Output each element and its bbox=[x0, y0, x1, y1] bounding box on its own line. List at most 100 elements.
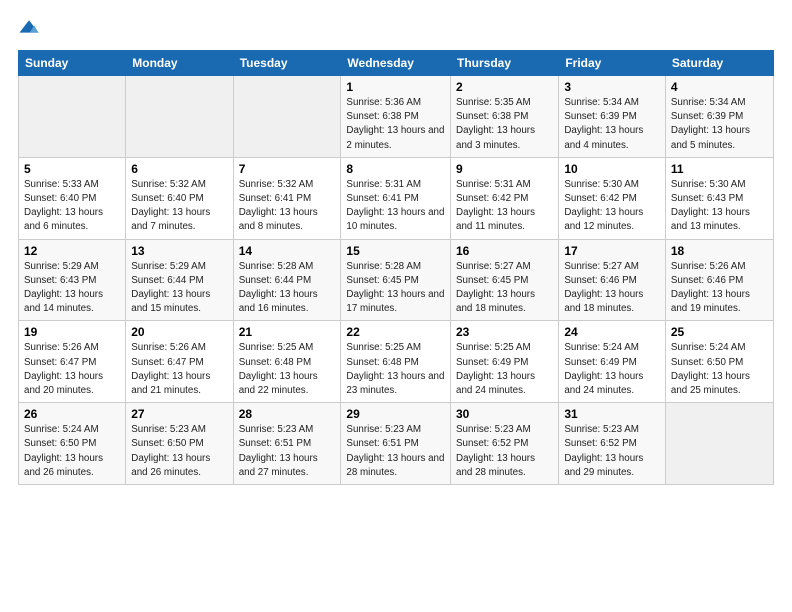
day-info: Sunrise: 5:23 AMSunset: 6:51 PMDaylight:… bbox=[239, 423, 336, 480]
calendar-week-row: 5 Sunrise: 5:33 AMSunset: 6:40 PMDaylight… bbox=[19, 157, 774, 239]
day-number: 6 bbox=[131, 162, 227, 176]
calendar-week-row: 12 Sunrise: 5:29 AMSunset: 6:43 PMDayligh… bbox=[19, 239, 774, 321]
day-info: Sunrise: 5:34 AMSunset: 6:39 PMDaylight:… bbox=[564, 96, 660, 153]
calendar-cell: 8 Sunrise: 5:31 AMSunset: 6:41 PMDaylight… bbox=[341, 157, 451, 239]
calendar-cell bbox=[665, 403, 773, 485]
day-info: Sunrise: 5:25 AMSunset: 6:48 PMDaylight:… bbox=[239, 341, 336, 398]
weekday-header: Thursday bbox=[451, 51, 559, 76]
day-number: 28 bbox=[239, 407, 336, 421]
day-info: Sunrise: 5:27 AMSunset: 6:46 PMDaylight:… bbox=[564, 260, 660, 317]
calendar-cell bbox=[233, 76, 341, 158]
calendar-cell: 14Sunrise: 5:28 AMSunset: 6:44 PMDayligh… bbox=[233, 239, 341, 321]
day-info: Sunrise: 5:34 AMSunset: 6:39 PMDaylight:… bbox=[671, 96, 768, 153]
day-info: Sunrise: 5:26 AMSunset: 6:47 PMDaylight:… bbox=[24, 341, 120, 398]
calendar-cell: 5 Sunrise: 5:33 AMSunset: 6:40 PMDaylight… bbox=[19, 157, 126, 239]
day-number: 16 bbox=[456, 244, 553, 258]
day-info: Sunrise: 5:30 AMSunset: 6:42 PMDaylight:… bbox=[564, 178, 660, 235]
day-number: 30 bbox=[456, 407, 553, 421]
calendar-cell: 17 Sunrise: 5:27 AMSunset: 6:46 PMDayligh… bbox=[559, 239, 666, 321]
day-info: Sunrise: 5:23 AMSunset: 6:52 PMDaylight:… bbox=[564, 423, 660, 480]
weekday-header: Wednesday bbox=[341, 51, 451, 76]
weekday-header: Monday bbox=[126, 51, 233, 76]
calendar-cell bbox=[126, 76, 233, 158]
calendar-cell: 6 Sunrise: 5:32 AMSunset: 6:40 PMDaylight… bbox=[126, 157, 233, 239]
day-info: Sunrise: 5:33 AMSunset: 6:40 PMDaylight:… bbox=[24, 178, 120, 235]
day-number: 29 bbox=[346, 407, 445, 421]
day-info: Sunrise: 5:24 AMSunset: 6:49 PMDaylight:… bbox=[564, 341, 660, 398]
header bbox=[18, 18, 774, 40]
day-info: Sunrise: 5:31 AMSunset: 6:41 PMDaylight:… bbox=[346, 178, 445, 235]
day-info: Sunrise: 5:31 AMSunset: 6:42 PMDaylight:… bbox=[456, 178, 553, 235]
calendar-cell: 3 Sunrise: 5:34 AMSunset: 6:39 PMDaylight… bbox=[559, 76, 666, 158]
day-number: 18 bbox=[671, 244, 768, 258]
logo bbox=[18, 18, 44, 40]
day-number: 15 bbox=[346, 244, 445, 258]
day-info: Sunrise: 5:32 AMSunset: 6:41 PMDaylight:… bbox=[239, 178, 336, 235]
day-info: Sunrise: 5:25 AMSunset: 6:49 PMDaylight:… bbox=[456, 341, 553, 398]
weekday-header: Friday bbox=[559, 51, 666, 76]
calendar-cell: 18 Sunrise: 5:26 AMSunset: 6:46 PMDayligh… bbox=[665, 239, 773, 321]
day-number: 2 bbox=[456, 80, 553, 94]
day-number: 31 bbox=[564, 407, 660, 421]
day-number: 5 bbox=[24, 162, 120, 176]
day-number: 3 bbox=[564, 80, 660, 94]
day-number: 17 bbox=[564, 244, 660, 258]
day-info: Sunrise: 5:29 AMSunset: 6:43 PMDaylight:… bbox=[24, 260, 120, 317]
calendar-week-row: 1Sunrise: 5:36 AMSunset: 6:38 PMDaylight… bbox=[19, 76, 774, 158]
calendar-table: SundayMondayTuesdayWednesdayThursdayFrid… bbox=[18, 50, 774, 485]
day-number: 24 bbox=[564, 325, 660, 339]
calendar-cell: 13 Sunrise: 5:29 AMSunset: 6:44 PMDayligh… bbox=[126, 239, 233, 321]
day-number: 27 bbox=[131, 407, 227, 421]
day-info: Sunrise: 5:36 AMSunset: 6:38 PMDaylight:… bbox=[346, 96, 445, 153]
day-number: 20 bbox=[131, 325, 227, 339]
day-info: Sunrise: 5:24 AMSunset: 6:50 PMDaylight:… bbox=[671, 341, 768, 398]
calendar-cell: 26Sunrise: 5:24 AMSunset: 6:50 PMDayligh… bbox=[19, 403, 126, 485]
calendar-cell: 30Sunrise: 5:23 AMSunset: 6:52 PMDayligh… bbox=[451, 403, 559, 485]
day-info: Sunrise: 5:23 AMSunset: 6:51 PMDaylight:… bbox=[346, 423, 445, 480]
calendar-cell: 20 Sunrise: 5:26 AMSunset: 6:47 PMDayligh… bbox=[126, 321, 233, 403]
calendar-cell: 28 Sunrise: 5:23 AMSunset: 6:51 PMDayligh… bbox=[233, 403, 341, 485]
day-info: Sunrise: 5:23 AMSunset: 6:50 PMDaylight:… bbox=[131, 423, 227, 480]
day-number: 22 bbox=[346, 325, 445, 339]
calendar-week-row: 19 Sunrise: 5:26 AMSunset: 6:47 PMDayligh… bbox=[19, 321, 774, 403]
weekday-header: Saturday bbox=[665, 51, 773, 76]
day-info: Sunrise: 5:35 AMSunset: 6:38 PMDaylight:… bbox=[456, 96, 553, 153]
day-number: 8 bbox=[346, 162, 445, 176]
calendar-header-row: SundayMondayTuesdayWednesdayThursdayFrid… bbox=[19, 51, 774, 76]
day-info: Sunrise: 5:28 AMSunset: 6:45 PMDaylight:… bbox=[346, 260, 445, 317]
calendar-cell: 7 Sunrise: 5:32 AMSunset: 6:41 PMDaylight… bbox=[233, 157, 341, 239]
calendar-cell: 31 Sunrise: 5:23 AMSunset: 6:52 PMDayligh… bbox=[559, 403, 666, 485]
day-info: Sunrise: 5:27 AMSunset: 6:45 PMDaylight:… bbox=[456, 260, 553, 317]
calendar-cell: 21 Sunrise: 5:25 AMSunset: 6:48 PMDayligh… bbox=[233, 321, 341, 403]
calendar-cell: 23Sunrise: 5:25 AMSunset: 6:49 PMDayligh… bbox=[451, 321, 559, 403]
day-info: Sunrise: 5:32 AMSunset: 6:40 PMDaylight:… bbox=[131, 178, 227, 235]
day-number: 19 bbox=[24, 325, 120, 339]
calendar-cell: 25Sunrise: 5:24 AMSunset: 6:50 PMDayligh… bbox=[665, 321, 773, 403]
calendar-cell: 29 Sunrise: 5:23 AMSunset: 6:51 PMDayligh… bbox=[341, 403, 451, 485]
day-info: Sunrise: 5:26 AMSunset: 6:46 PMDaylight:… bbox=[671, 260, 768, 317]
day-number: 11 bbox=[671, 162, 768, 176]
day-number: 14 bbox=[239, 244, 336, 258]
calendar-week-row: 26Sunrise: 5:24 AMSunset: 6:50 PMDayligh… bbox=[19, 403, 774, 485]
day-number: 13 bbox=[131, 244, 227, 258]
calendar-cell: 27 Sunrise: 5:23 AMSunset: 6:50 PMDayligh… bbox=[126, 403, 233, 485]
day-number: 21 bbox=[239, 325, 336, 339]
day-info: Sunrise: 5:29 AMSunset: 6:44 PMDaylight:… bbox=[131, 260, 227, 317]
day-info: Sunrise: 5:24 AMSunset: 6:50 PMDaylight:… bbox=[24, 423, 120, 480]
page: SundayMondayTuesdayWednesdayThursdayFrid… bbox=[0, 0, 792, 612]
day-info: Sunrise: 5:25 AMSunset: 6:48 PMDaylight:… bbox=[346, 341, 445, 398]
calendar-cell: 12 Sunrise: 5:29 AMSunset: 6:43 PMDayligh… bbox=[19, 239, 126, 321]
day-number: 7 bbox=[239, 162, 336, 176]
weekday-header: Sunday bbox=[19, 51, 126, 76]
day-number: 9 bbox=[456, 162, 553, 176]
calendar-cell: 24 Sunrise: 5:24 AMSunset: 6:49 PMDayligh… bbox=[559, 321, 666, 403]
calendar-cell: 2 Sunrise: 5:35 AMSunset: 6:38 PMDaylight… bbox=[451, 76, 559, 158]
calendar-cell: 11Sunrise: 5:30 AMSunset: 6:43 PMDayligh… bbox=[665, 157, 773, 239]
logo-icon bbox=[18, 18, 40, 40]
calendar-cell: 15 Sunrise: 5:28 AMSunset: 6:45 PMDayligh… bbox=[341, 239, 451, 321]
calendar-cell: 4Sunrise: 5:34 AMSunset: 6:39 PMDaylight… bbox=[665, 76, 773, 158]
day-number: 12 bbox=[24, 244, 120, 258]
calendar-cell: 9 Sunrise: 5:31 AMSunset: 6:42 PMDaylight… bbox=[451, 157, 559, 239]
calendar-cell: 22 Sunrise: 5:25 AMSunset: 6:48 PMDayligh… bbox=[341, 321, 451, 403]
day-info: Sunrise: 5:26 AMSunset: 6:47 PMDaylight:… bbox=[131, 341, 227, 398]
